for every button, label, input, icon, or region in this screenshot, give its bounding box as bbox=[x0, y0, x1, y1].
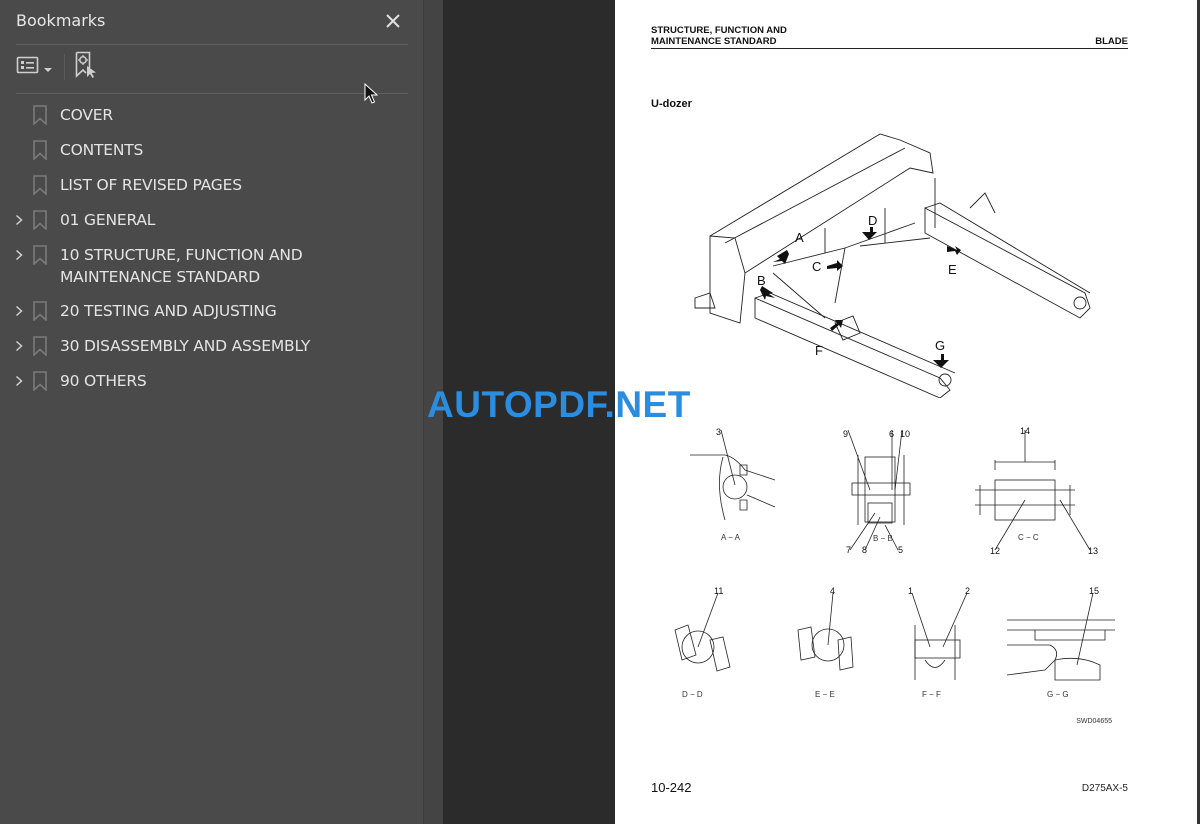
chevron-right-icon[interactable] bbox=[11, 370, 27, 392]
bookmarks-toolbar bbox=[16, 51, 408, 84]
bookmark-item-30-disassembly[interactable]: 30 DISASSEMBLY AND ASSEMBLY bbox=[0, 329, 423, 364]
bookmark-item-90-others[interactable]: 90 OTHERS bbox=[0, 364, 423, 399]
page-header-right: BLADE bbox=[1095, 36, 1128, 47]
detail-caption: F − F bbox=[922, 690, 941, 699]
bookmark-icon bbox=[33, 139, 49, 161]
detail-c-c: 14 12 13 C − C bbox=[975, 426, 1098, 555]
list-options-icon bbox=[16, 55, 40, 79]
model-code: D275AX-5 bbox=[1081, 783, 1128, 794]
detail-d-d: 11 D − D bbox=[674, 586, 731, 699]
detail-caption: G − G bbox=[1047, 690, 1069, 699]
callout-f: F bbox=[815, 343, 823, 358]
close-icon[interactable] bbox=[384, 12, 402, 30]
part-number: 10 bbox=[900, 429, 910, 439]
callout-d: D bbox=[868, 213, 877, 228]
chevron-right-icon[interactable] bbox=[11, 335, 27, 357]
part-number: 4 bbox=[830, 586, 835, 596]
detail-caption: E − E bbox=[815, 690, 835, 699]
part-number: 12 bbox=[990, 546, 1000, 555]
bookmark-label: CONTENTS bbox=[60, 141, 144, 159]
panel-title: Bookmarks bbox=[16, 11, 106, 30]
chevron-right-icon[interactable] bbox=[11, 244, 27, 266]
detail-f-f: 1 2 F − F bbox=[908, 586, 970, 699]
detail-caption: A − A bbox=[721, 533, 741, 542]
bookmark-label: 20 TESTING AND ADJUSTING bbox=[60, 302, 277, 320]
bookmark-icon bbox=[33, 335, 49, 357]
callout-c: C bbox=[812, 259, 821, 274]
bookmark-item-01-general[interactable]: 01 GENERAL bbox=[0, 203, 423, 238]
chevron-right-icon[interactable] bbox=[11, 300, 27, 322]
detail-caption: D − D bbox=[682, 690, 703, 699]
bookmark-list: COVER CONTENTS LIST OF REVISED PAGES 01 … bbox=[0, 98, 423, 399]
part-number: 8 bbox=[862, 545, 867, 555]
detail-caption: C − C bbox=[1018, 533, 1039, 542]
bookmark-item-cover[interactable]: COVER bbox=[0, 98, 423, 133]
find-current-bookmark-button[interactable] bbox=[74, 51, 102, 83]
part-number: 14 bbox=[1020, 426, 1030, 436]
chevron-right-icon[interactable] bbox=[11, 209, 27, 231]
bookmark-item-list-of-revised-pages[interactable]: LIST OF REVISED PAGES bbox=[0, 168, 423, 203]
bookmark-icon bbox=[33, 174, 49, 196]
bookmark-label: LIST OF REVISED PAGES bbox=[60, 176, 242, 194]
page-number: 10-242 bbox=[651, 780, 692, 795]
toolbar-separator bbox=[64, 54, 65, 80]
figure-code: SWD04655 bbox=[1076, 718, 1112, 725]
watermark-text: AUTOPDF.NET bbox=[427, 384, 691, 425]
detail-a-a: 3 A − A bbox=[690, 427, 776, 542]
bookmark-label: 10 STRUCTURE, FUNCTION AND MAINTENANCE S… bbox=[60, 246, 303, 286]
detail-e-e: 4 E − E bbox=[797, 586, 854, 699]
header-line: STRUCTURE, FUNCTION AND bbox=[651, 25, 787, 36]
bookmark-item-20-testing[interactable]: 20 TESTING AND ADJUSTING bbox=[0, 294, 423, 329]
part-number: 2 bbox=[965, 586, 970, 596]
part-number: 7 bbox=[846, 545, 851, 555]
bookmark-item-10-structure[interactable]: 10 STRUCTURE, FUNCTION AND MAINTENANCE S… bbox=[0, 238, 423, 294]
bookmark-find-current-icon bbox=[74, 51, 100, 83]
part-number: 13 bbox=[1088, 546, 1098, 555]
callout-b: B bbox=[757, 273, 766, 288]
bookmark-icon bbox=[33, 104, 49, 126]
divider bbox=[16, 93, 408, 94]
detail-caption: B − B bbox=[873, 534, 893, 543]
bookmark-item-contents[interactable]: CONTENTS bbox=[0, 133, 423, 168]
part-number: 1 bbox=[908, 586, 913, 596]
part-number: 6 bbox=[889, 429, 894, 439]
page-header-left: STRUCTURE, FUNCTION AND MAINTENANCE STAN… bbox=[651, 25, 787, 47]
part-number: 5 bbox=[898, 545, 903, 555]
bookmark-icon bbox=[33, 300, 49, 322]
part-number: 11 bbox=[714, 586, 723, 596]
bookmark-icon bbox=[33, 370, 49, 392]
bookmark-icon bbox=[33, 244, 49, 266]
divider bbox=[16, 44, 408, 45]
mouse-cursor-icon bbox=[364, 83, 378, 104]
part-number: 9 bbox=[843, 429, 848, 439]
detail-b-b: 9 6 10 7 8 5 B − B bbox=[843, 429, 911, 555]
detail-g-g: 15 G − G bbox=[1006, 586, 1115, 699]
callout-e: E bbox=[948, 262, 957, 277]
header-line: MAINTENANCE STANDARD bbox=[651, 36, 777, 47]
part-number: 15 bbox=[1089, 586, 1099, 596]
bookmark-icon bbox=[33, 209, 49, 231]
callout-g: G bbox=[935, 338, 945, 353]
bookmark-label: 90 OTHERS bbox=[60, 372, 147, 390]
bookmark-label: 30 DISASSEMBLY AND ASSEMBLY bbox=[60, 337, 311, 355]
caret-down-icon bbox=[44, 58, 52, 77]
blade-assembly-illustration: A B C D E F G bbox=[694, 133, 1091, 398]
bookmarks-header: Bookmarks bbox=[16, 10, 408, 36]
part-number: 3 bbox=[716, 427, 721, 437]
bookmark-label: 01 GENERAL bbox=[60, 211, 156, 229]
callout-a: A bbox=[795, 230, 804, 245]
section-title: U-dozer bbox=[651, 98, 692, 110]
bookmarks-panel: Bookmarks COVER CONTENTS LIST OF REVISED… bbox=[0, 0, 423, 824]
header-rule bbox=[651, 48, 1128, 49]
bookmark-label: COVER bbox=[60, 106, 113, 124]
pdf-page: STRUCTURE, FUNCTION AND MAINTENANCE STAN… bbox=[615, 0, 1198, 824]
options-button[interactable] bbox=[16, 52, 56, 82]
